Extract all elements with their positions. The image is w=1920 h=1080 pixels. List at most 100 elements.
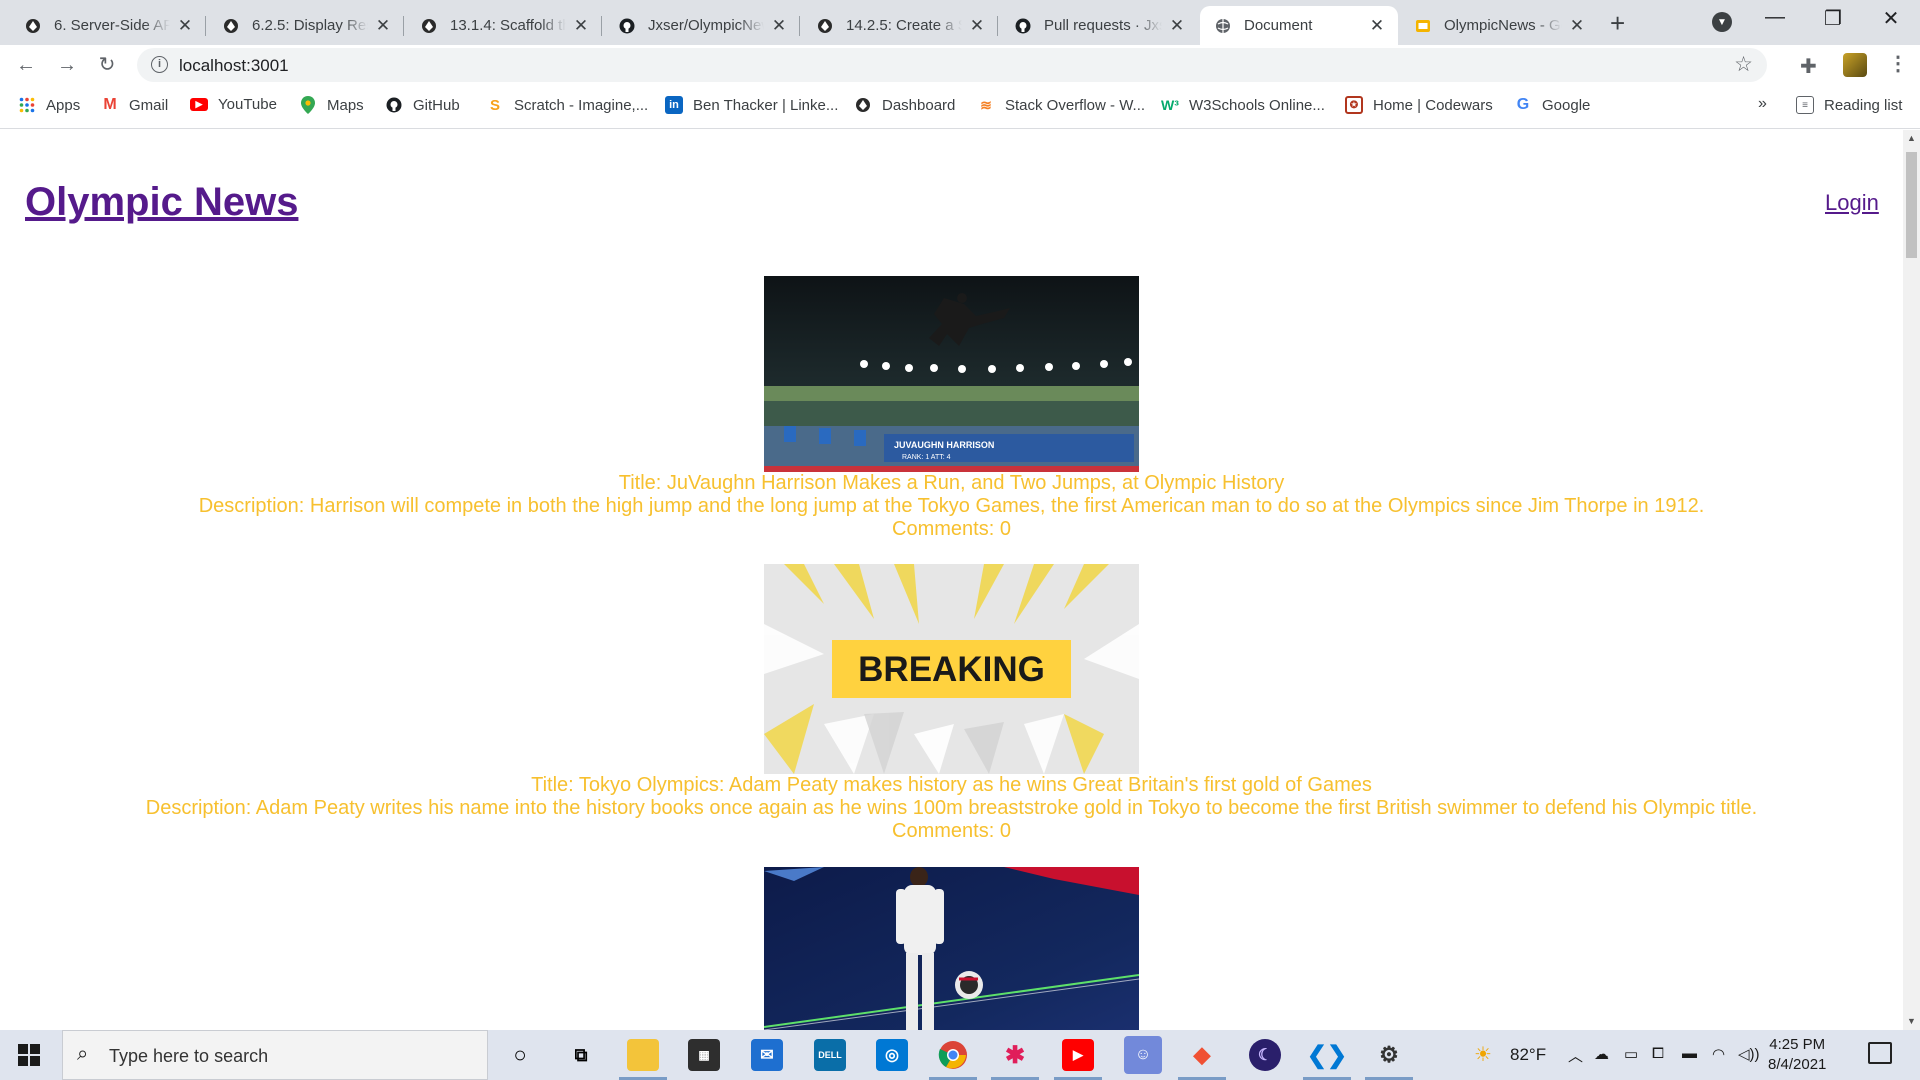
close-icon[interactable]: ✕ (770, 16, 788, 36)
bookmark-apps[interactable]: Apps (18, 96, 80, 114)
show-hidden-icons-chevron-icon[interactable]: ︿ (1568, 1045, 1583, 1066)
notification-center-icon[interactable] (1868, 1042, 1892, 1064)
wifi-icon[interactable]: ◠ (1712, 1045, 1725, 1063)
back-icon[interactable]: ← (14, 53, 38, 77)
close-icon[interactable]: ✕ (968, 16, 986, 36)
meet-now-icon[interactable]: ▭ (1624, 1045, 1638, 1063)
browser-toolbar: ← → ↻ i localhost:3001 ☆ ✚ ⋮ (0, 45, 1920, 85)
chrome-icon[interactable] (929, 1039, 977, 1080)
scroll-down-arrow-icon[interactable]: ▼ (1907, 1016, 1916, 1026)
close-icon[interactable]: ✕ (1368, 16, 1386, 36)
bookmark-star-icon[interactable]: ☆ (1734, 52, 1753, 77)
bootcamp-icon (854, 96, 872, 114)
bookmark-label: Scratch - Imagine,... (514, 96, 649, 114)
article-image[interactable]: JUVAUGHN HARRISON RANK: 1 ATT: 4 (764, 276, 1139, 472)
tab-5[interactable]: 14.2.5: Create a Session ✕ (802, 6, 998, 45)
volume-icon[interactable]: ◁)) (1738, 1045, 1760, 1063)
close-icon[interactable]: ✕ (1568, 16, 1586, 36)
bookmark-google[interactable]: G Google (1514, 96, 1591, 114)
vscode-icon[interactable]: ❮❯ (1303, 1039, 1351, 1080)
tab-title: Document (1244, 17, 1313, 34)
tab-4[interactable]: Jxser/OlympicNews ✕ (604, 6, 800, 45)
breaking-label: BREAKING (858, 650, 1045, 689)
bookmark-maps[interactable]: Maps (299, 96, 364, 114)
site-info-icon[interactable]: i (151, 56, 168, 73)
tab-3[interactable]: 13.1.4: Scaffold the Express.js ✕ (406, 6, 602, 45)
battery-icon[interactable]: ▬ (1682, 1045, 1697, 1062)
article-image[interactable] (764, 867, 1139, 1030)
close-icon[interactable]: ✕ (1168, 16, 1186, 36)
bookmark-youtube[interactable]: ▶ YouTube (190, 96, 277, 113)
bookmark-label: Google (1542, 96, 1591, 114)
article-title: Title: Tokyo Olympics: Adam Peaty makes … (531, 774, 1372, 796)
bookmark-stackoverflow[interactable]: ≋ Stack Overflow - W... (977, 96, 1145, 114)
close-icon[interactable]: ✕ (572, 16, 590, 36)
tab-8[interactable]: OlympicNews - Google Slides ✕ (1400, 6, 1598, 45)
skype-icon[interactable]: ◎ (876, 1039, 908, 1071)
bookmark-github[interactable]: GitHub (385, 96, 460, 114)
new-tab-button[interactable]: + (1610, 8, 1625, 39)
bootcamp-icon (420, 17, 438, 35)
page-scrollbar[interactable]: ▲ ▼ (1903, 130, 1920, 1030)
tab-2[interactable]: 6.2.5: Display Response Data ✕ (208, 6, 404, 45)
task-view-icon[interactable]: ⧉ (565, 1039, 597, 1071)
minimize-icon[interactable]: — (1755, 6, 1795, 29)
article-image[interactable]: BREAKING (764, 564, 1139, 774)
tab-title: Pull requests · Jxser (1044, 17, 1162, 34)
reading-list-button[interactable]: ≡ Reading list (1796, 96, 1902, 114)
address-bar[interactable]: i localhost:3001 ☆ (137, 48, 1767, 82)
scroll-up-arrow-icon[interactable]: ▲ (1907, 133, 1916, 143)
bookmark-linkedin[interactable]: in Ben Thacker | Linke... (665, 96, 838, 114)
night-app-icon[interactable]: ☾ (1249, 1039, 1281, 1071)
temperature[interactable]: 82°F (1510, 1045, 1546, 1065)
windows-start-icon[interactable] (18, 1044, 40, 1066)
clock-time: 4:25 PM (1769, 1036, 1826, 1053)
site-title-link[interactable]: Olympic News (25, 180, 298, 225)
article-description: Description: Harrison will compete in bo… (198, 495, 1705, 517)
gitkraken-icon[interactable]: ◆ (1178, 1039, 1226, 1080)
close-icon[interactable]: ✕ (176, 16, 194, 36)
w3schools-icon: W³ (1161, 97, 1179, 113)
close-window-icon[interactable]: ✕ (1871, 6, 1911, 31)
article-comments: Comments: 0 (892, 518, 1011, 540)
url-text[interactable]: localhost:3001 (179, 56, 289, 76)
file-explorer-icon[interactable] (619, 1039, 667, 1080)
close-icon[interactable]: ✕ (374, 16, 392, 36)
dell-icon[interactable]: DELL (814, 1039, 846, 1071)
bookmark-w3schools[interactable]: W³ W3Schools Online... (1161, 96, 1325, 114)
login-link[interactable]: Login (1825, 190, 1879, 216)
profile-avatar[interactable] (1843, 53, 1867, 77)
article-card: JUVAUGHN HARRISON RANK: 1 ATT: 4 Title: … (0, 276, 1903, 541)
mail-icon[interactable]: ✉ (751, 1039, 783, 1071)
scrollbar-thumb[interactable] (1906, 152, 1917, 258)
menu-kebab-icon[interactable]: ⋮ (1888, 51, 1908, 76)
page-viewport: Olympic News Login JUVAUGHN HARRISON RAN… (0, 130, 1903, 1030)
reading-list-icon: ≡ (1796, 96, 1814, 114)
cortana-icon[interactable]: ○ (504, 1039, 536, 1071)
extensions-puzzle-icon[interactable]: ✚ (1800, 54, 1817, 79)
youtube-app-icon[interactable]: ▶ (1054, 1039, 1102, 1080)
weather-icon[interactable]: ☀ (1474, 1042, 1492, 1067)
remote-icon[interactable]: ⧠ (1652, 1045, 1664, 1062)
discord-icon[interactable]: ☺ (1124, 1036, 1162, 1074)
reload-icon[interactable]: ↻ (95, 53, 119, 77)
settings-gear-icon[interactable]: ⚙ (1365, 1039, 1413, 1080)
tab-title: 6.2.5: Display Response Data (252, 17, 368, 34)
bookmark-scratch[interactable]: S Scratch - Imagine,... (486, 96, 648, 114)
restore-icon[interactable]: ❐ (1813, 6, 1853, 31)
more-bookmarks-chevron-icon[interactable]: » (1758, 95, 1767, 113)
tab-1[interactable]: 6. Server-Side API Fundamentals ✕ (10, 6, 206, 45)
bookmark-gmail[interactable]: M Gmail (101, 96, 168, 114)
bookmark-dashboard[interactable]: Dashboard (854, 96, 955, 114)
onedrive-cloud-icon[interactable]: ☁ (1594, 1045, 1609, 1063)
tab-search-icon[interactable]: ▼ (1712, 12, 1732, 32)
bookmark-codewars[interactable]: ✪ Home | Codewars (1345, 96, 1493, 114)
forward-icon[interactable]: → (55, 53, 79, 77)
tab-active-document[interactable]: Document ✕ (1200, 6, 1398, 45)
store-icon[interactable]: ▦ (688, 1039, 720, 1071)
bookmark-label: Maps (327, 96, 364, 114)
system-clock[interactable]: 4:25 PM 8/4/2021 (1768, 1035, 1826, 1075)
tab-6[interactable]: Pull requests · Jxser ✕ (1000, 6, 1198, 45)
slack-icon[interactable]: ✱ (991, 1039, 1039, 1080)
taskbar-search-box[interactable]: ⌕ Type here to search (62, 1030, 488, 1080)
